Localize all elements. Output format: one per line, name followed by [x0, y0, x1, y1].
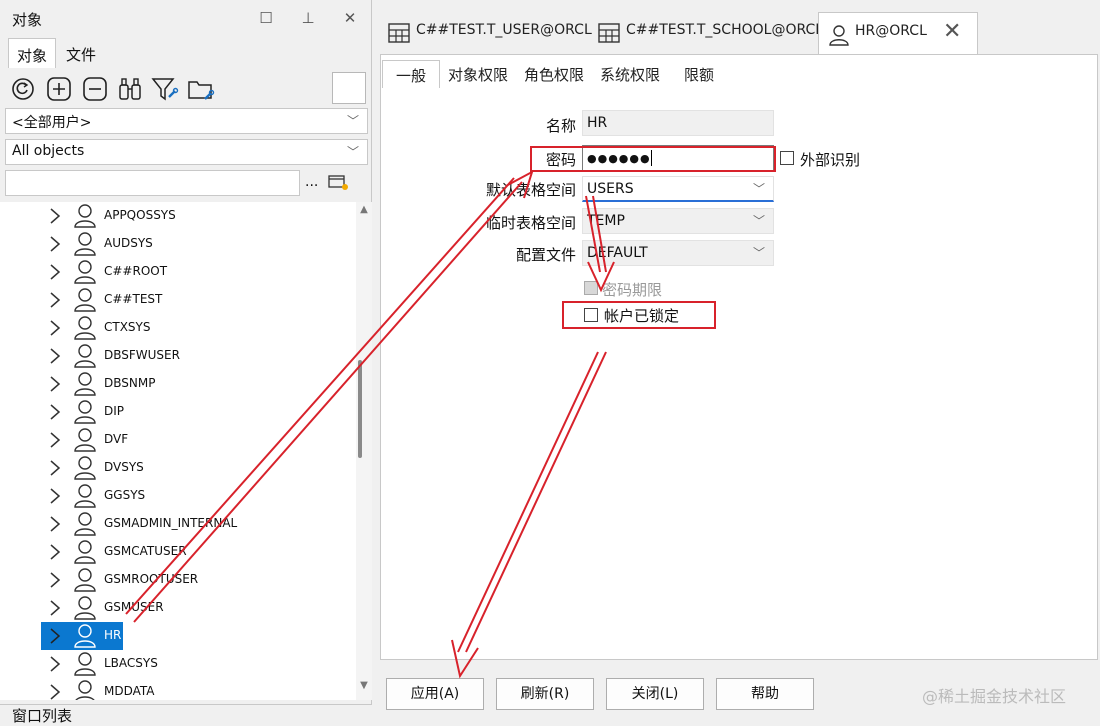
arrow-hr-to-password: [125, 169, 534, 623]
arrow-locked-to-apply: [451, 351, 607, 679]
annotation-arrows: [125, 169, 615, 679]
arrow-password-to-locked: [585, 195, 615, 293]
